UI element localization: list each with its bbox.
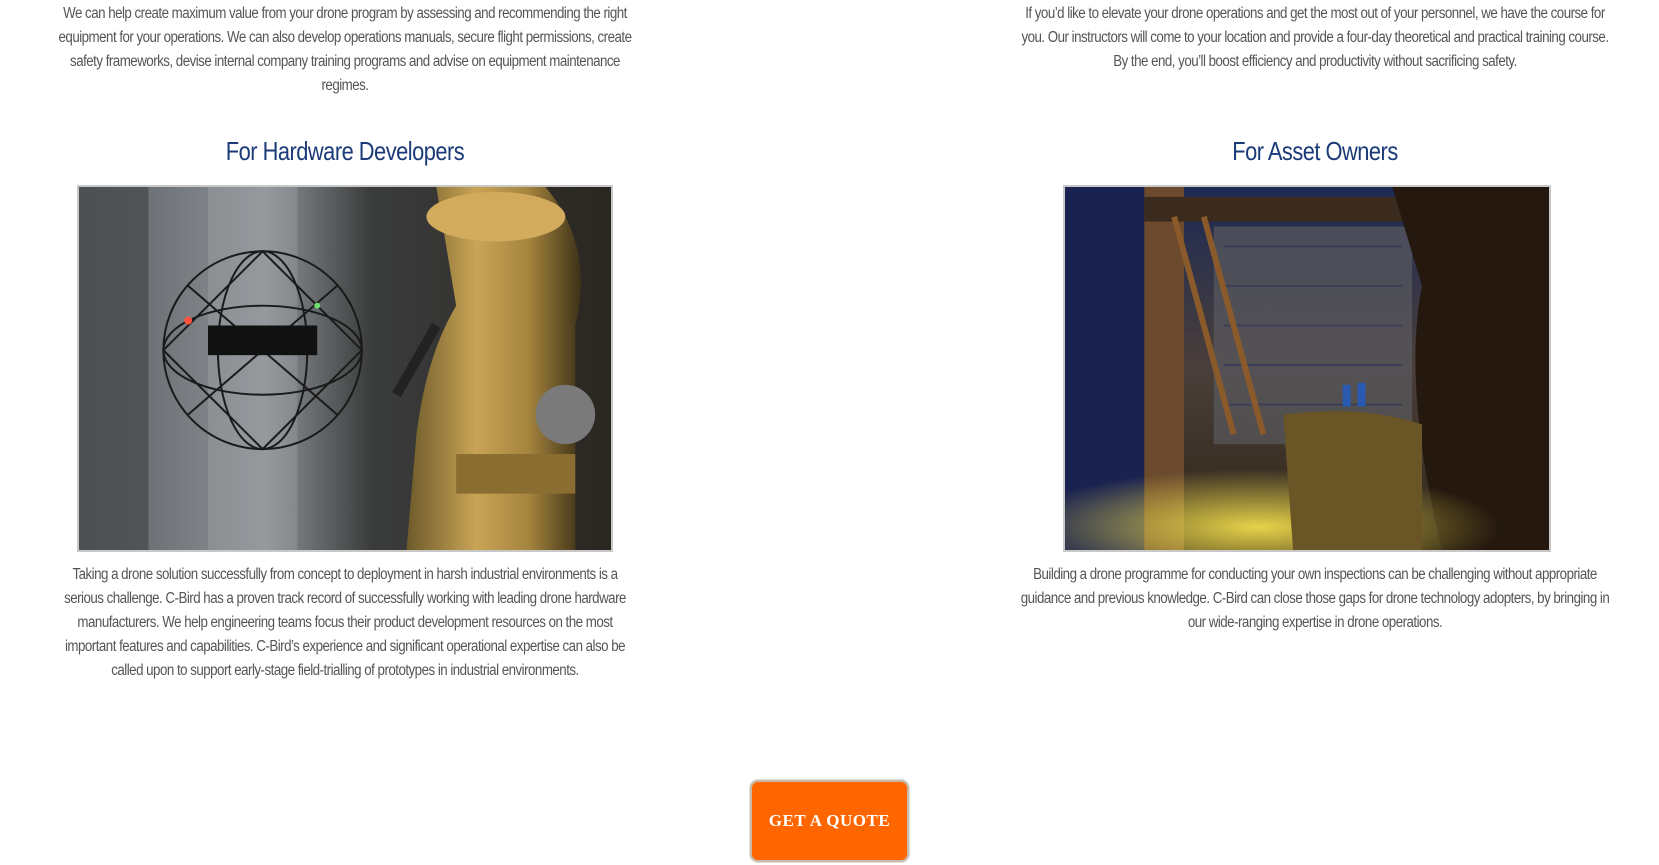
left-body-text: Taking a drone solution successfully fro… xyxy=(64,566,626,679)
right-body-text: Building a drone programme for conductin… xyxy=(1020,566,1610,631)
asset-owners-heading: For Asset Owners xyxy=(1232,136,1398,166)
hardware-developers-heading: For Hardware Developers xyxy=(225,136,465,166)
right-intro-text: If you’d like to elevate your drone oper… xyxy=(1021,5,1609,70)
drone-cage-photo xyxy=(77,185,613,552)
quote-button-wrapper: GET A QUOTE xyxy=(750,780,909,862)
get-a-quote-button[interactable]: GET A QUOTE xyxy=(750,780,909,862)
left-intro-text: We can help create maximum value from yo… xyxy=(58,5,632,94)
boiler-interior-photo xyxy=(1063,185,1551,552)
